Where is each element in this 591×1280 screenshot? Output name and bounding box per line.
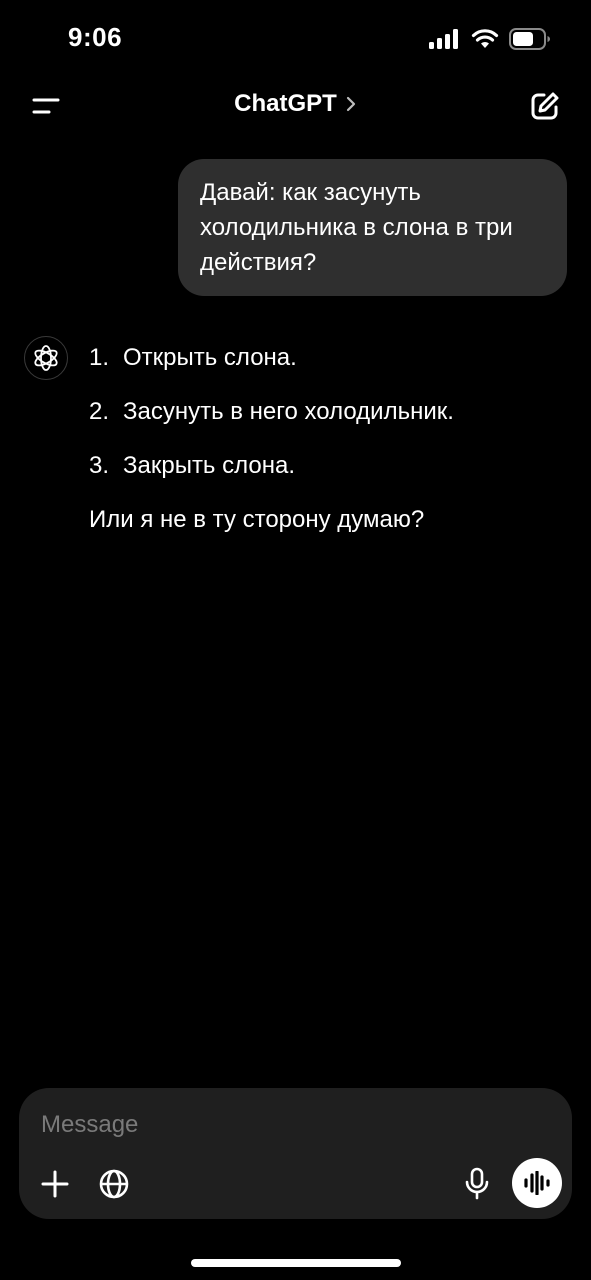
status-time: 9:06 bbox=[68, 22, 123, 52]
user-message-line: холодильника в слона в три bbox=[200, 214, 513, 241]
message-input[interactable] bbox=[41, 1108, 521, 1142]
list-item-text: Открыть слона. bbox=[123, 344, 297, 371]
assistant-closing-text: Или я не в ту сторону думаю? bbox=[89, 506, 425, 533]
assistant-avatar bbox=[24, 336, 68, 380]
user-message-line: Давай: как засунуть bbox=[200, 179, 421, 206]
assistant-message: 1. Открыть слона. 2. Засунуть в него хол… bbox=[89, 340, 559, 537]
status-bar: 9:06 bbox=[0, 0, 591, 80]
edit-icon bbox=[531, 92, 559, 120]
page-title: ChatGPT bbox=[234, 90, 337, 117]
list-item-text: Закрыть слона. bbox=[123, 452, 295, 479]
web-search-button[interactable] bbox=[96, 1166, 132, 1202]
list-item: 1. Открыть слона. bbox=[89, 340, 559, 375]
mic-icon bbox=[465, 1167, 489, 1200]
dictation-button[interactable] bbox=[459, 1166, 495, 1202]
app-header: ChatGPT bbox=[0, 80, 591, 134]
battery-icon bbox=[509, 28, 551, 55]
voice-waveform-icon bbox=[524, 1171, 550, 1195]
message-composer bbox=[19, 1088, 572, 1219]
voice-mode-button[interactable] bbox=[512, 1158, 562, 1208]
user-message-bubble: Давай: как засунуть холодильника в слона… bbox=[178, 159, 567, 296]
list-item-text: Засунуть в него холодильник. bbox=[123, 398, 454, 425]
model-selector[interactable]: ChatGPT bbox=[0, 90, 591, 118]
list-item: 3. Закрыть слона. bbox=[89, 448, 559, 483]
list-item-number: 2. bbox=[89, 398, 110, 425]
signal-icon bbox=[429, 29, 461, 54]
list-item-number: 3. bbox=[89, 452, 110, 479]
status-icons bbox=[429, 28, 551, 55]
attach-button[interactable] bbox=[37, 1166, 73, 1202]
list-item-number: 1. bbox=[89, 344, 110, 371]
wifi-icon bbox=[471, 29, 499, 54]
list-item: 2. Засунуть в него холодильник. bbox=[89, 394, 559, 429]
chevron-right-icon bbox=[346, 96, 355, 112]
home-indicator bbox=[191, 1259, 401, 1267]
user-message-line: действия? bbox=[200, 249, 317, 276]
new-chat-button[interactable] bbox=[527, 88, 563, 124]
openai-logo-icon bbox=[34, 345, 58, 371]
plus-icon bbox=[41, 1170, 69, 1198]
globe-icon bbox=[99, 1169, 129, 1199]
